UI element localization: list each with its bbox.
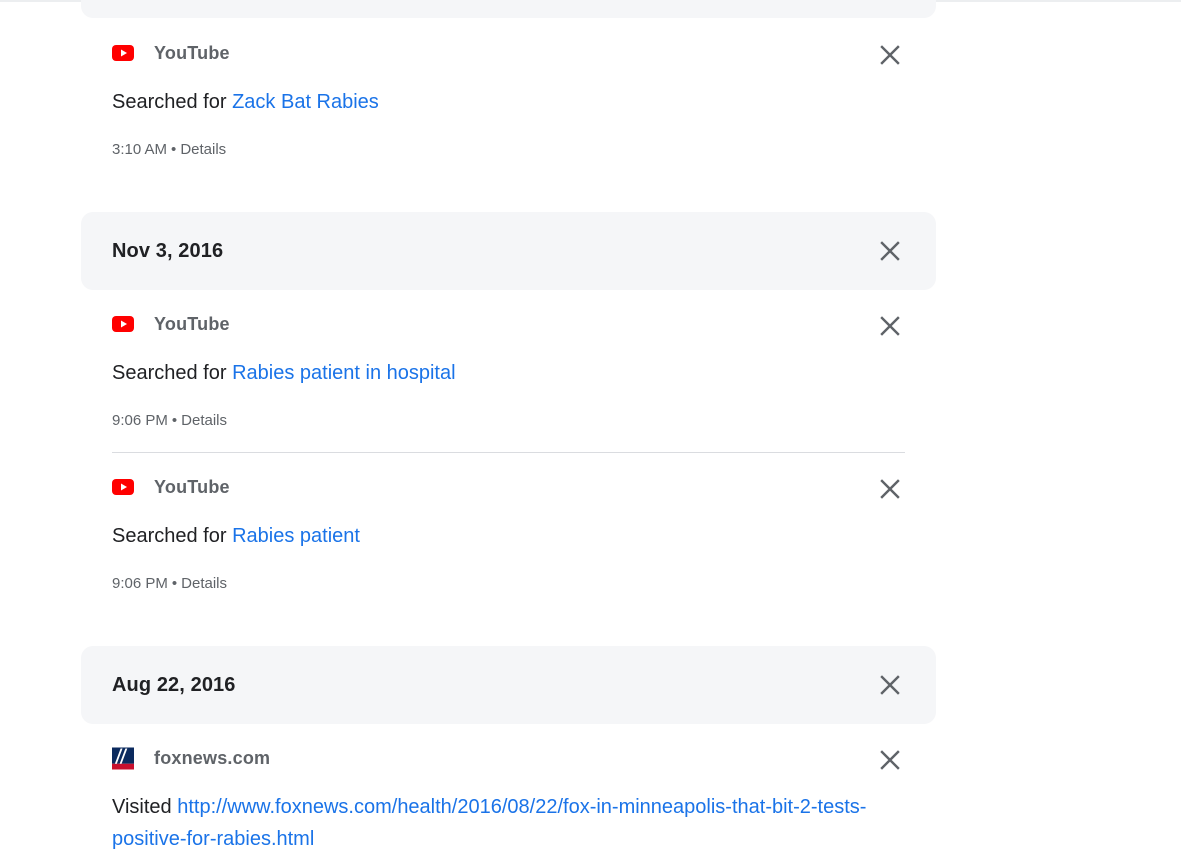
- activity-source: YouTube: [112, 477, 230, 497]
- details-link[interactable]: Details: [181, 412, 227, 429]
- date-header: Nov 3, 2016: [81, 212, 936, 290]
- youtube-logo-icon: [112, 313, 134, 335]
- separator-dot: •: [171, 575, 178, 592]
- activity-text: Searched for Rabies patient in hospital: [112, 357, 892, 389]
- details-link[interactable]: Details: [180, 141, 226, 158]
- date-label: Nov 3, 2016: [112, 240, 224, 262]
- search-query-link[interactable]: Rabies patient in hospital: [232, 362, 455, 384]
- delete-item-button[interactable]: [879, 44, 901, 66]
- delete-item-button[interactable]: [879, 478, 901, 500]
- search-query-link[interactable]: Rabies patient: [232, 525, 360, 547]
- visited-url-link[interactable]: http://www.foxnews.com/health/2016/08/22…: [112, 796, 866, 850]
- separator-dot: •: [171, 412, 178, 429]
- action-prefix: Searched for: [112, 91, 227, 113]
- activity-item: foxnews.com Visited http://www.foxnews.c…: [81, 747, 936, 853]
- source-name: YouTube: [154, 42, 230, 63]
- activity-time: 3:10 AM: [112, 141, 168, 158]
- close-icon: [880, 45, 900, 65]
- date-label: Aug 22, 2016: [112, 674, 236, 696]
- activity-item: YouTube Searched for Rabies patient 9:06…: [81, 477, 936, 607]
- close-icon: [880, 675, 900, 695]
- delete-item-button[interactable]: [879, 315, 901, 337]
- delete-day-button[interactable]: [879, 240, 901, 262]
- date-header: Aug 22, 2016: [81, 646, 936, 724]
- close-icon: [880, 750, 900, 770]
- activity-time: 9:06 PM: [112, 412, 168, 429]
- activity-meta: 3:10 AM • Details: [112, 141, 226, 158]
- source-name: foxnews.com: [154, 747, 271, 768]
- youtube-logo-icon: [112, 476, 134, 498]
- close-icon: [880, 241, 900, 261]
- activity-source: YouTube: [112, 43, 230, 63]
- close-icon: [880, 479, 900, 499]
- action-prefix: Searched for: [112, 362, 227, 384]
- action-prefix: Searched for: [112, 525, 227, 547]
- activity-text: Searched for Rabies patient: [112, 520, 892, 552]
- separator-dot: •: [171, 141, 177, 158]
- activity-item: YouTube Searched for Rabies patient in h…: [81, 314, 936, 444]
- activity-meta: 9:06 PM • Details: [112, 575, 227, 592]
- previous-card-bottom: [81, 0, 936, 18]
- youtube-logo-icon: [112, 42, 134, 64]
- item-divider: [112, 452, 905, 453]
- details-link[interactable]: Details: [181, 575, 227, 592]
- activity-item: YouTube Searched for Zack Bat Rabies 3:1…: [81, 43, 936, 173]
- foxnews-logo-icon: [112, 747, 134, 769]
- activity-source: YouTube: [112, 314, 230, 334]
- activity-text: Visited http://www.foxnews.com/health/20…: [112, 791, 892, 853]
- delete-item-button[interactable]: [879, 749, 901, 771]
- close-icon: [880, 316, 900, 336]
- delete-day-button[interactable]: [879, 674, 901, 696]
- action-prefix: Visited: [112, 796, 172, 818]
- activity-meta: 9:06 PM • Details: [112, 412, 227, 429]
- activity-source: foxnews.com: [112, 747, 271, 769]
- search-query-link[interactable]: Zack Bat Rabies: [232, 91, 379, 113]
- source-name: YouTube: [154, 313, 230, 334]
- source-name: YouTube: [154, 476, 230, 497]
- activity-text: Searched for Zack Bat Rabies: [112, 86, 892, 118]
- activity-time: 9:06 PM: [112, 575, 168, 592]
- activity-page: YouTube Searched for Zack Bat Rabies 3:1…: [0, 0, 1181, 853]
